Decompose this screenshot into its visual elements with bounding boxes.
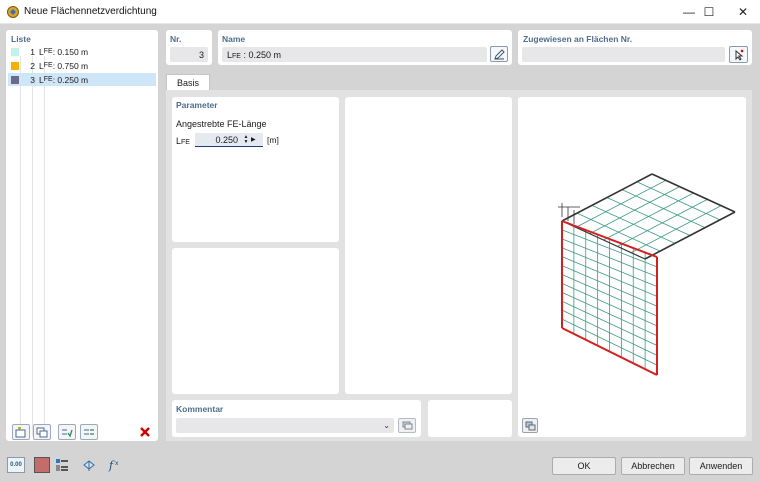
edit-name-button[interactable] (490, 46, 508, 62)
tree-guide (32, 56, 33, 436)
check-items-button[interactable] (58, 424, 76, 440)
list-item[interactable]: 3 L FE : 0.250 m (8, 73, 156, 86)
sort-icon (84, 428, 94, 435)
spin-down-icon[interactable]: ▼ (244, 139, 249, 145)
app-icon (7, 6, 19, 18)
apply-label: Anwenden (699, 461, 743, 471)
list-item[interactable]: 2 L FE : 0.750 m (8, 59, 156, 72)
name-symbol-sub: FE (232, 53, 241, 60)
list-item-symbol-sub: FE (43, 76, 53, 83)
svg-text:f: f (108, 459, 115, 472)
list-item-symbol-sub: FE (43, 48, 53, 55)
comment-title: Kommentar (176, 404, 224, 414)
comment-field[interactable]: ⌄ (176, 418, 394, 433)
name-panel: Name LFE : 0.250 m (218, 30, 512, 65)
assigned-label: Zugewiesen an Flächen Nr. (523, 34, 633, 44)
parameter-title: Parameter (176, 100, 218, 110)
view-options-button[interactable] (522, 418, 538, 433)
units-decimals-button[interactable]: 0.00 (7, 457, 25, 473)
tree-guide (44, 56, 45, 436)
info-table-icon (56, 459, 68, 471)
copy-item-button[interactable] (33, 424, 51, 440)
empty-panel-middle (345, 97, 512, 394)
name-field[interactable]: LFE : 0.250 m (222, 47, 487, 62)
delete-icon (140, 427, 150, 437)
list-item[interactable]: 1 L FE : 0.150 m (8, 45, 156, 58)
fe-length-unit: [m] (267, 135, 279, 145)
pick-surfaces-button[interactable] (729, 46, 748, 63)
spinner[interactable]: ▲ ▼ (241, 134, 251, 145)
close-icon: ✕ (737, 5, 749, 19)
list-item-label: : 0.150 m (52, 46, 89, 57)
info-button[interactable] (53, 457, 71, 473)
tab-basis[interactable]: Basis (166, 74, 210, 91)
sort-items-button[interactable] (80, 424, 98, 440)
list-item-color-swatch (11, 61, 19, 70)
title-bar: Neue Flächennetzverdichtung — ☐ ✕ (0, 0, 760, 24)
mesh-preview (558, 173, 736, 376)
function-icon: fx (108, 459, 119, 472)
comment-panel: Kommentar ⌄ (172, 400, 421, 437)
tab-basis-label: Basis (176, 78, 199, 88)
svg-text:x: x (115, 460, 119, 467)
target-length-label: Angestrebte FE-Länge (176, 119, 267, 129)
name-label: Name (222, 34, 246, 44)
chevron-down-icon[interactable]: ⌄ (383, 421, 390, 430)
close-window-button[interactable]: ✕ (728, 0, 758, 24)
delete-item-button[interactable] (136, 424, 154, 440)
view-options-icon (525, 421, 535, 430)
assigned-panel: Zugewiesen an Flächen Nr. (518, 30, 752, 65)
ok-button[interactable]: OK (552, 457, 616, 475)
formula-button[interactable]: fx (106, 457, 124, 473)
cancel-button[interactable]: Abbrechen (621, 457, 685, 475)
ok-label: OK (577, 461, 591, 471)
comment-library-button[interactable] (398, 418, 416, 433)
pick-cursor-icon (735, 49, 743, 61)
window-title: Neue Flächennetzverdichtung (24, 6, 157, 17)
edit-pencil-icon (493, 48, 505, 60)
nr-panel: Nr. 3 (166, 30, 212, 65)
view-mode-icon (83, 460, 95, 471)
check-list-icon (62, 429, 73, 437)
name-value: : 0.250 m (240, 50, 281, 60)
fe-length-arrow-icon[interactable]: ▶ (251, 136, 259, 143)
view-mode-button[interactable] (80, 457, 98, 473)
list-item-number: 3 (30, 74, 35, 85)
assigned-field[interactable] (522, 47, 725, 62)
preview-panel (518, 97, 746, 437)
color-swatch-button[interactable] (34, 457, 50, 473)
nr-field[interactable]: 3 (170, 47, 208, 62)
maximize-icon: ☐ (703, 5, 715, 19)
nr-label: Nr. (170, 34, 182, 44)
fe-length-input[interactable]: 0.250 ▲ ▼ ▶ (195, 133, 263, 147)
empty-panel-lower (172, 248, 339, 394)
list-item-number: 1 (30, 46, 35, 57)
list-item-number: 2 (30, 60, 35, 71)
list-item-label: : 0.250 m (52, 74, 89, 85)
comment-library-icon (402, 421, 412, 430)
list-item-color-swatch (11, 75, 19, 84)
tree-guide (20, 56, 21, 436)
new-item-button[interactable] (12, 424, 30, 440)
lfe-symbol-sub: FE (181, 139, 190, 146)
units-decimals-label: 0.00 (10, 462, 22, 468)
empty-panel-bottom (428, 400, 512, 437)
apply-button[interactable]: Anwenden (689, 457, 753, 475)
list-item-symbol-sub: FE (43, 62, 53, 69)
maximize-button[interactable]: ☐ (694, 0, 724, 24)
cancel-label: Abbrechen (631, 461, 675, 471)
lfe-symbol: LFE (176, 136, 190, 146)
fe-length-value: 0.250 (215, 134, 238, 145)
list-item-label: : 0.750 m (52, 60, 89, 71)
copy-icon (36, 427, 48, 437)
list-panel: Liste (6, 30, 158, 441)
list-title: Liste (11, 34, 31, 44)
list-item-color-swatch (11, 47, 19, 56)
parameter-panel: Parameter Angestrebte FE-Länge LFE 0.250… (172, 97, 339, 242)
new-item-icon (15, 426, 26, 437)
